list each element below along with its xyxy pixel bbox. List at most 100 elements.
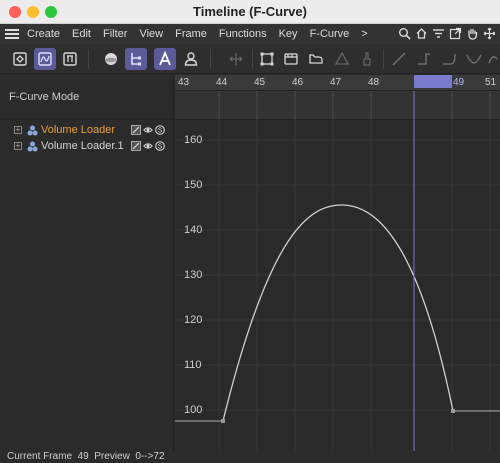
frame-tick-label: 47 [330, 77, 342, 88]
motion-mode-button[interactable] [59, 48, 81, 70]
menu-create[interactable]: Create [27, 28, 60, 40]
frame-ruler[interactable]: 43 44 45 46 47 48 49 51 [175, 75, 500, 91]
key-mode-button[interactable] [9, 48, 31, 70]
triangle-icon [334, 51, 350, 65]
film-frame-button[interactable] [280, 48, 302, 70]
toolbar-divider [252, 49, 253, 69]
object-name: Volume Loader [41, 124, 115, 136]
mode-label: F-Curve Mode [9, 91, 80, 103]
ruler-tick-marks [218, 91, 491, 120]
title-bar: Timeline (F-Curve) [0, 0, 500, 24]
key-record-icon [309, 54, 323, 64]
menu-more[interactable]: > [361, 28, 367, 40]
object-row[interactable]: + Volume Loader.1 S [0, 138, 174, 154]
frame-tick-label: 51 [485, 77, 497, 88]
menu-bar: Create Edit Filter View Frame Functions … [0, 24, 500, 44]
spline-curve-icon [466, 54, 482, 64]
value-axis-label: 160 [184, 134, 203, 146]
filter-icon[interactable] [432, 27, 445, 40]
linear-curve-icon [392, 52, 406, 66]
record-key-button[interactable] [305, 48, 327, 70]
step-curve-icon [418, 53, 430, 65]
frame-all-icon [260, 52, 274, 66]
frame-all-button[interactable] [256, 48, 278, 70]
keyframe-point[interactable] [451, 409, 455, 413]
move-view-icon[interactable] [483, 27, 496, 40]
key-mode-icon [13, 52, 27, 66]
search-icon[interactable] [398, 27, 411, 40]
svg-text:S: S [158, 144, 163, 151]
triangle-tool-button[interactable] [331, 48, 353, 70]
menu-functions[interactable]: Functions [219, 28, 267, 40]
fcurve-mode-icon [38, 52, 52, 66]
mode-header: F-Curve Mode [0, 75, 173, 120]
user-filter-button[interactable] [180, 48, 202, 70]
menu-edit[interactable]: Edit [72, 28, 91, 40]
spline-interp-button[interactable] [463, 48, 485, 70]
solo-icon[interactable]: S [155, 125, 165, 135]
status-bar: Current Frame 49 Preview 0-->72 [0, 451, 500, 463]
fcurve-canvas[interactable] [175, 120, 500, 451]
menu-view[interactable]: View [139, 28, 163, 40]
edit-icon[interactable] [131, 125, 141, 135]
motion-mode-icon [63, 52, 77, 66]
expand-toggle[interactable]: + [14, 126, 22, 134]
view-sphere-button[interactable] [100, 48, 122, 70]
visibility-eye-icon[interactable] [143, 141, 153, 151]
volume-loader-icon [27, 125, 38, 135]
menu-filter[interactable]: Filter [103, 28, 127, 40]
hamburger-menu-icon[interactable] [5, 29, 19, 39]
toolbar [0, 44, 500, 74]
keyframe-point[interactable] [221, 419, 225, 423]
value-axis-label: 130 [184, 269, 203, 281]
value-axis-label: 150 [184, 179, 203, 191]
step-interp-button[interactable] [413, 48, 435, 70]
scale-keys-button[interactable] [225, 48, 247, 70]
home-icon[interactable] [415, 27, 428, 40]
animated-only-button[interactable] [154, 48, 176, 70]
clapper-icon [284, 53, 298, 65]
value-axis-label: 120 [184, 314, 203, 326]
fcurve-mode-button[interactable] [34, 48, 56, 70]
value-axis-label: 110 [184, 359, 202, 371]
object-row[interactable]: + Volume Loader S [0, 122, 174, 138]
ruler-key-track[interactable] [175, 91, 500, 120]
user-icon [184, 52, 198, 66]
frame-tick-label: 48 [368, 77, 380, 88]
ease-interp-button[interactable] [438, 48, 460, 70]
object-name: Volume Loader.1 [41, 140, 124, 152]
overshoot-curve-icon [488, 56, 498, 64]
ease-curve-icon [443, 53, 456, 65]
svg-text:S: S [158, 128, 163, 135]
volume-loader-icon [27, 141, 38, 151]
menu-fcurve[interactable]: F-Curve [310, 28, 350, 40]
letter-a-icon [159, 51, 171, 66]
overshoot-interp-button[interactable] [484, 48, 500, 70]
brush-tool-button[interactable] [356, 48, 378, 70]
brush-icon [363, 52, 371, 66]
window-title: Timeline (F-Curve) [193, 4, 307, 19]
scale-arrows-icon [229, 53, 243, 65]
toolbar-divider [383, 49, 384, 69]
edit-icon[interactable] [131, 141, 141, 151]
frame-tick-label: 45 [254, 77, 266, 88]
toolbar-divider [210, 49, 211, 69]
new-window-icon[interactable] [449, 27, 462, 40]
linear-interp-button[interactable] [388, 48, 410, 70]
frame-tick-label: 43 [178, 77, 190, 88]
status-text: Current Frame 49 Preview 0-->72 [7, 451, 165, 462]
frame-tick-label: 44 [216, 77, 228, 88]
pan-hand-icon[interactable] [466, 27, 479, 40]
value-axis-label: 140 [184, 224, 203, 236]
hierarchy-icon [131, 53, 141, 66]
menu-key[interactable]: Key [279, 28, 298, 40]
frame-tick-label: 46 [292, 77, 304, 88]
hierarchy-button[interactable] [125, 48, 147, 70]
current-frame-marker[interactable] [414, 75, 452, 88]
fcurve-graph[interactable]: 160 150 140 130 120 110 100 [175, 120, 500, 451]
expand-toggle[interactable]: + [14, 142, 22, 150]
visibility-eye-icon[interactable] [143, 125, 153, 135]
menu-frame[interactable]: Frame [175, 28, 207, 40]
solo-icon[interactable]: S [155, 141, 165, 151]
object-panel: F-Curve Mode + Volume Loader S + Volume … [0, 75, 174, 451]
